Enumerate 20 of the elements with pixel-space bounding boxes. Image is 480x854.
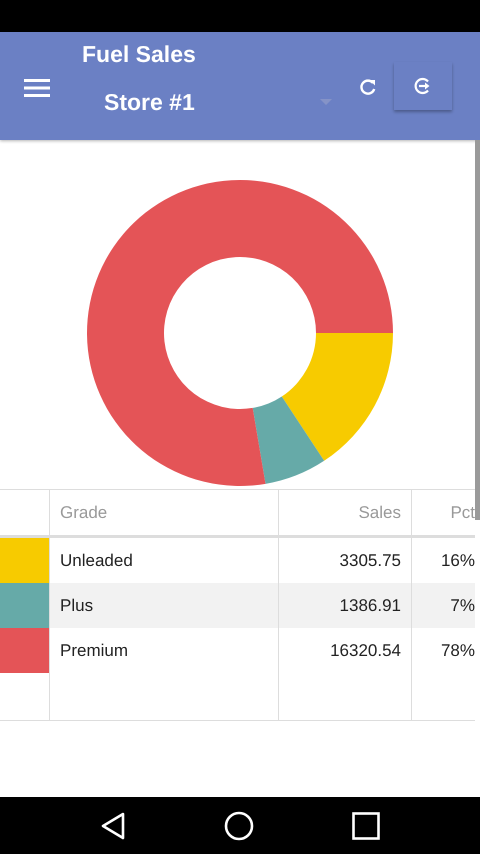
back-icon[interactable] <box>100 812 126 840</box>
grade-cell: Plus <box>50 583 279 628</box>
logout-button[interactable] <box>394 62 452 110</box>
pct-cell-text: 16% <box>440 550 475 572</box>
table-row[interactable]: Plus 1386.91 7% <box>0 583 475 628</box>
table-row[interactable]: Premium 16320.54 78% <box>0 628 475 673</box>
pct-cell-text: 78% <box>440 640 475 662</box>
menu-icon[interactable] <box>24 79 50 97</box>
sales-cell: 16320.54 <box>279 628 412 673</box>
recents-icon[interactable] <box>352 812 380 840</box>
column-header: Grade <box>50 490 279 535</box>
app-title: Fuel Sales <box>82 40 196 68</box>
home-icon[interactable] <box>224 810 254 840</box>
column-header: Sales <box>279 490 412 535</box>
pct-cell-text: 7% <box>449 594 475 616</box>
grade-cell: Premium <box>50 628 279 673</box>
refresh-icon[interactable] <box>359 78 377 96</box>
column-header: Pct <box>449 502 475 524</box>
sales-cell: 1386.91 <box>279 583 412 628</box>
store-dropdown[interactable]: Store #1 <box>82 88 332 116</box>
